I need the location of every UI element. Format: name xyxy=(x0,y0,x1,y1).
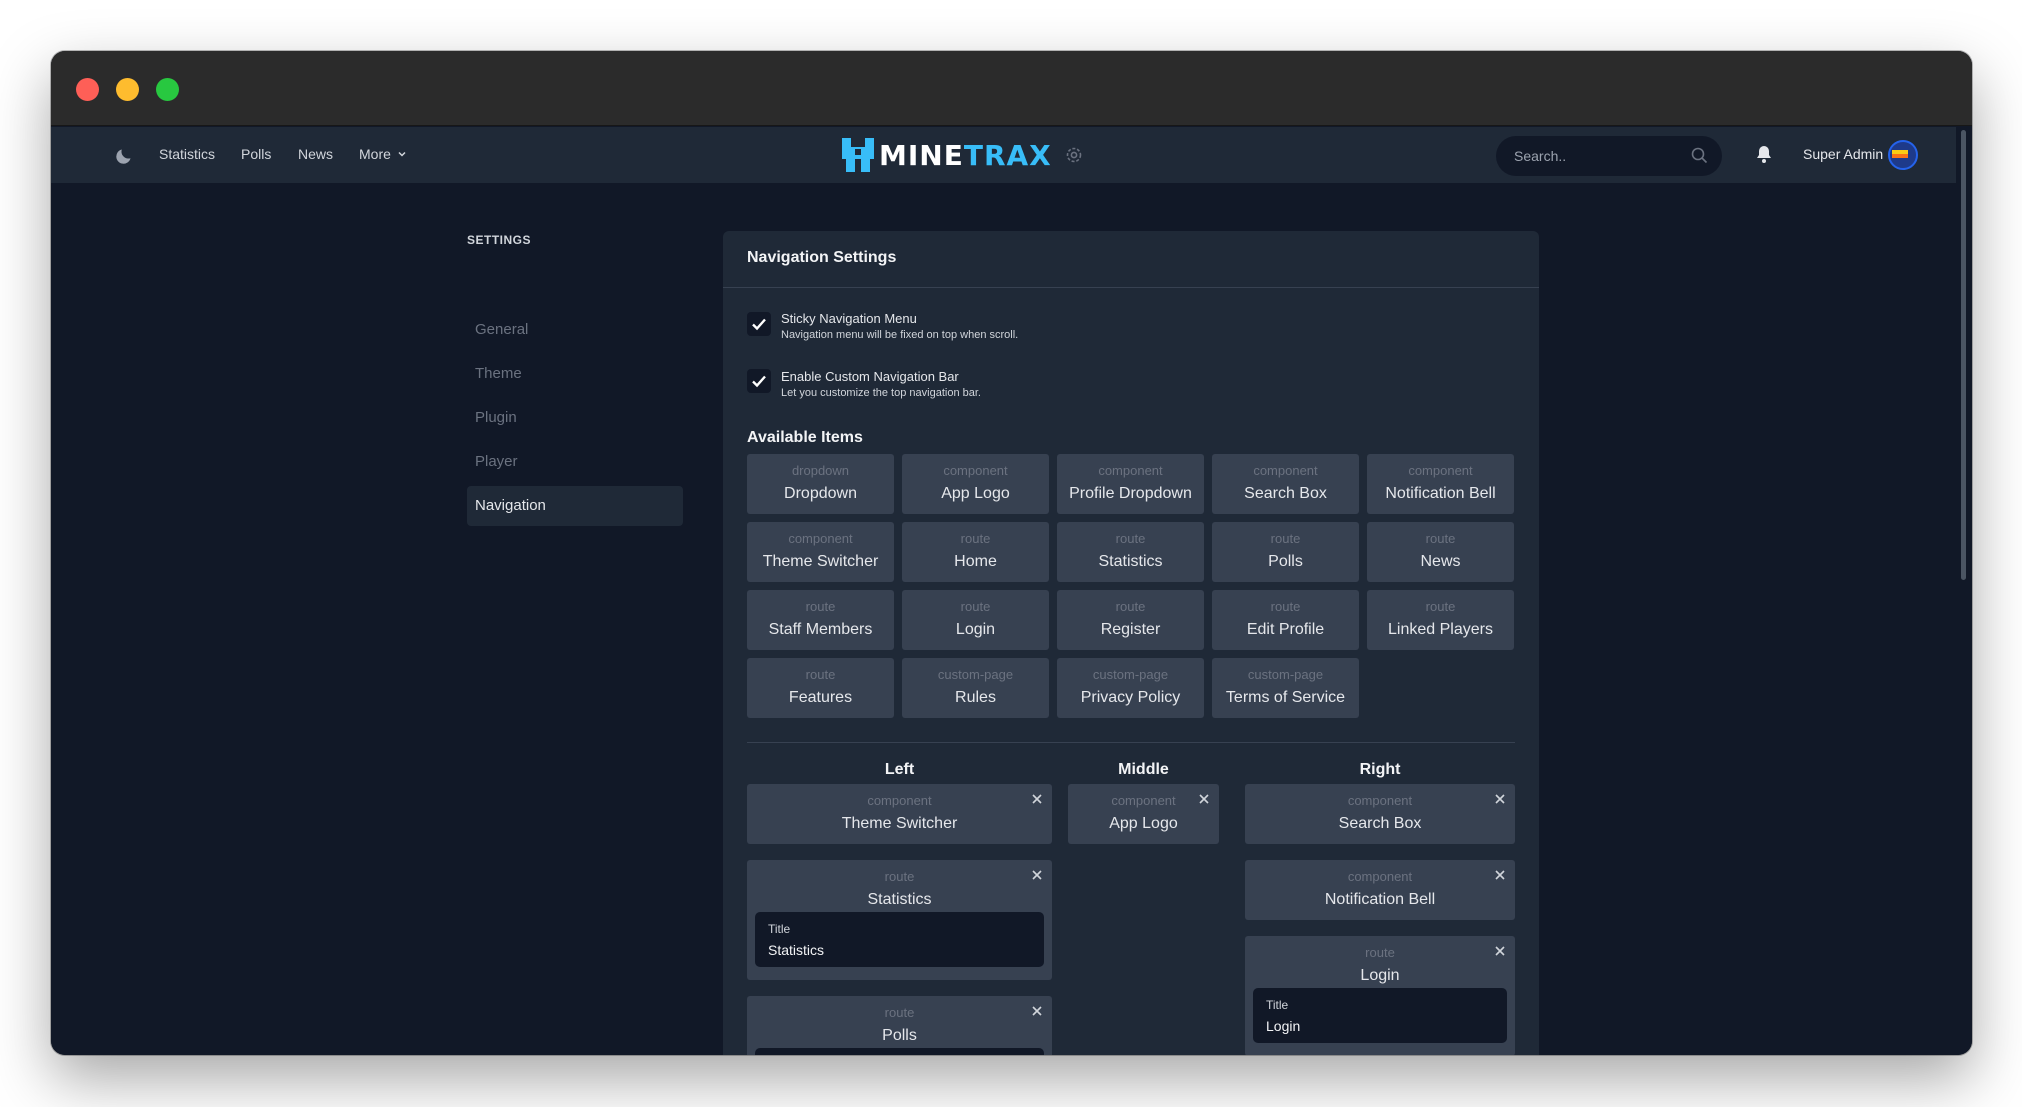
nav-more-label: More xyxy=(359,146,391,162)
remove-icon[interactable] xyxy=(1494,869,1506,881)
search-icon[interactable] xyxy=(1691,147,1708,164)
item-title-field[interactable]: Title Login xyxy=(1253,988,1507,1043)
app-logo[interactable]: MINETRAX xyxy=(841,136,1084,174)
custom-navigation-label: Enable Custom Navigation Bar xyxy=(781,369,959,384)
sidebar-item-general[interactable]: General xyxy=(467,310,683,350)
available-item[interactable]: custom-page Privacy Policy xyxy=(1057,658,1204,718)
minetrax-logo-icon xyxy=(842,138,874,172)
sidebar-item-player[interactable]: Player xyxy=(467,442,683,482)
available-item[interactable]: component Search Box xyxy=(1212,454,1359,514)
available-item[interactable]: route Edit Profile xyxy=(1212,590,1359,650)
maximize-window-button[interactable] xyxy=(156,78,179,101)
nav-link-polls[interactable]: Polls xyxy=(241,143,271,165)
custom-navigation-description: Let you customize the top navigation bar… xyxy=(781,387,981,399)
minimize-window-button[interactable] xyxy=(116,78,139,101)
available-item[interactable]: route Staff Members xyxy=(747,590,894,650)
available-item[interactable]: component Notification Bell xyxy=(1367,454,1514,514)
remove-icon[interactable] xyxy=(1031,1005,1043,1017)
available-item[interactable]: route Polls xyxy=(1212,522,1359,582)
remove-icon[interactable] xyxy=(1031,869,1043,881)
middle-column-title: Middle xyxy=(1118,761,1169,778)
nav-link-news[interactable]: News xyxy=(298,143,333,165)
remove-icon[interactable] xyxy=(1494,945,1506,957)
remove-icon[interactable] xyxy=(1494,793,1506,805)
item-title-field[interactable] xyxy=(755,1048,1044,1055)
title-field-label: Title xyxy=(768,922,791,936)
divider xyxy=(723,287,1539,288)
checkmark-icon xyxy=(752,318,766,331)
placed-item[interactable]: route Statistics Title Statistics xyxy=(747,860,1052,980)
placed-item[interactable]: component Notification Bell xyxy=(1245,860,1515,920)
sticky-navigation-checkbox[interactable] xyxy=(747,312,771,336)
available-item[interactable]: dropdown Dropdown xyxy=(747,454,894,514)
search-box xyxy=(1496,136,1722,176)
available-item[interactable]: component Theme Switcher xyxy=(747,522,894,582)
title-field-value: Login xyxy=(1266,1018,1301,1034)
nav-link-statistics[interactable]: Statistics xyxy=(159,143,215,165)
placed-item[interactable]: component Search Box xyxy=(1245,784,1515,844)
available-item[interactable]: route Home xyxy=(902,522,1049,582)
chevron-down-icon xyxy=(398,151,406,157)
available-item[interactable]: component App Logo xyxy=(902,454,1049,514)
available-item[interactable]: route Features xyxy=(747,658,894,718)
close-window-button[interactable] xyxy=(76,78,99,101)
available-items-title: Available Items xyxy=(747,429,863,446)
title-field-value: Statistics xyxy=(768,942,825,958)
available-item[interactable]: custom-page Terms of Service xyxy=(1212,658,1359,718)
remove-icon[interactable] xyxy=(1198,793,1210,805)
item-title-field[interactable]: Title Statistics xyxy=(755,912,1044,967)
checkmark-icon xyxy=(752,375,766,388)
remove-icon[interactable] xyxy=(1031,793,1043,805)
scrollbar[interactable] xyxy=(1956,127,1972,1055)
gear-icon[interactable] xyxy=(1064,145,1084,165)
profile-name[interactable]: Super Admin xyxy=(1803,143,1883,165)
panel-title: Navigation Settings xyxy=(747,249,897,266)
scrollbar-thumb[interactable] xyxy=(1961,130,1966,580)
custom-navigation-checkbox[interactable] xyxy=(747,369,771,393)
title-field-label: Title xyxy=(1266,998,1289,1012)
available-item[interactable]: route Register xyxy=(1057,590,1204,650)
window-titlebar xyxy=(51,51,1972,126)
sticky-navigation-description: Navigation menu will be fixed on top whe… xyxy=(781,329,1019,341)
moon-icon[interactable] xyxy=(115,145,135,165)
logo-text: MINETRAX xyxy=(879,138,1052,172)
nav-more-dropdown[interactable]: More xyxy=(359,143,407,165)
available-item[interactable]: component Profile Dropdown xyxy=(1057,454,1204,514)
placed-item[interactable]: component App Logo xyxy=(1068,784,1219,844)
placed-item[interactable]: route Polls xyxy=(747,996,1052,1055)
sidebar-item-plugin[interactable]: Plugin xyxy=(467,398,683,438)
placed-item[interactable]: route Login Title Login xyxy=(1245,936,1515,1055)
sticky-navigation-label: Sticky Navigation Menu xyxy=(781,311,917,326)
navigation-settings-panel: Navigation Settings Sticky Navigation Me… xyxy=(723,231,1539,1055)
notification-bell-icon[interactable] xyxy=(1755,144,1773,164)
sidebar-item-navigation[interactable]: Navigation xyxy=(467,486,683,526)
available-item[interactable]: route Statistics xyxy=(1057,522,1204,582)
sidebar-heading: SETTINGS xyxy=(467,233,532,247)
available-item[interactable]: route News xyxy=(1367,522,1514,582)
divider xyxy=(747,742,1515,743)
avatar[interactable] xyxy=(1888,140,1918,170)
available-item[interactable]: route Linked Players xyxy=(1367,590,1514,650)
top-navbar: Statistics Polls News More MINETRAX Sear… xyxy=(51,127,1956,183)
sidebar-item-theme[interactable]: Theme xyxy=(467,354,683,394)
browser-window: Statistics Polls News More MINETRAX Sear… xyxy=(51,51,1972,1055)
placed-item[interactable]: component Theme Switcher xyxy=(747,784,1052,844)
left-column-title: Left xyxy=(884,761,915,778)
available-item[interactable]: route Login xyxy=(902,590,1049,650)
right-column-title: Right xyxy=(1359,761,1401,778)
search-input[interactable] xyxy=(1514,136,1684,176)
app-content: Statistics Polls News More MINETRAX Sear… xyxy=(51,127,1956,1055)
available-item[interactable]: custom-page Rules xyxy=(902,658,1049,718)
